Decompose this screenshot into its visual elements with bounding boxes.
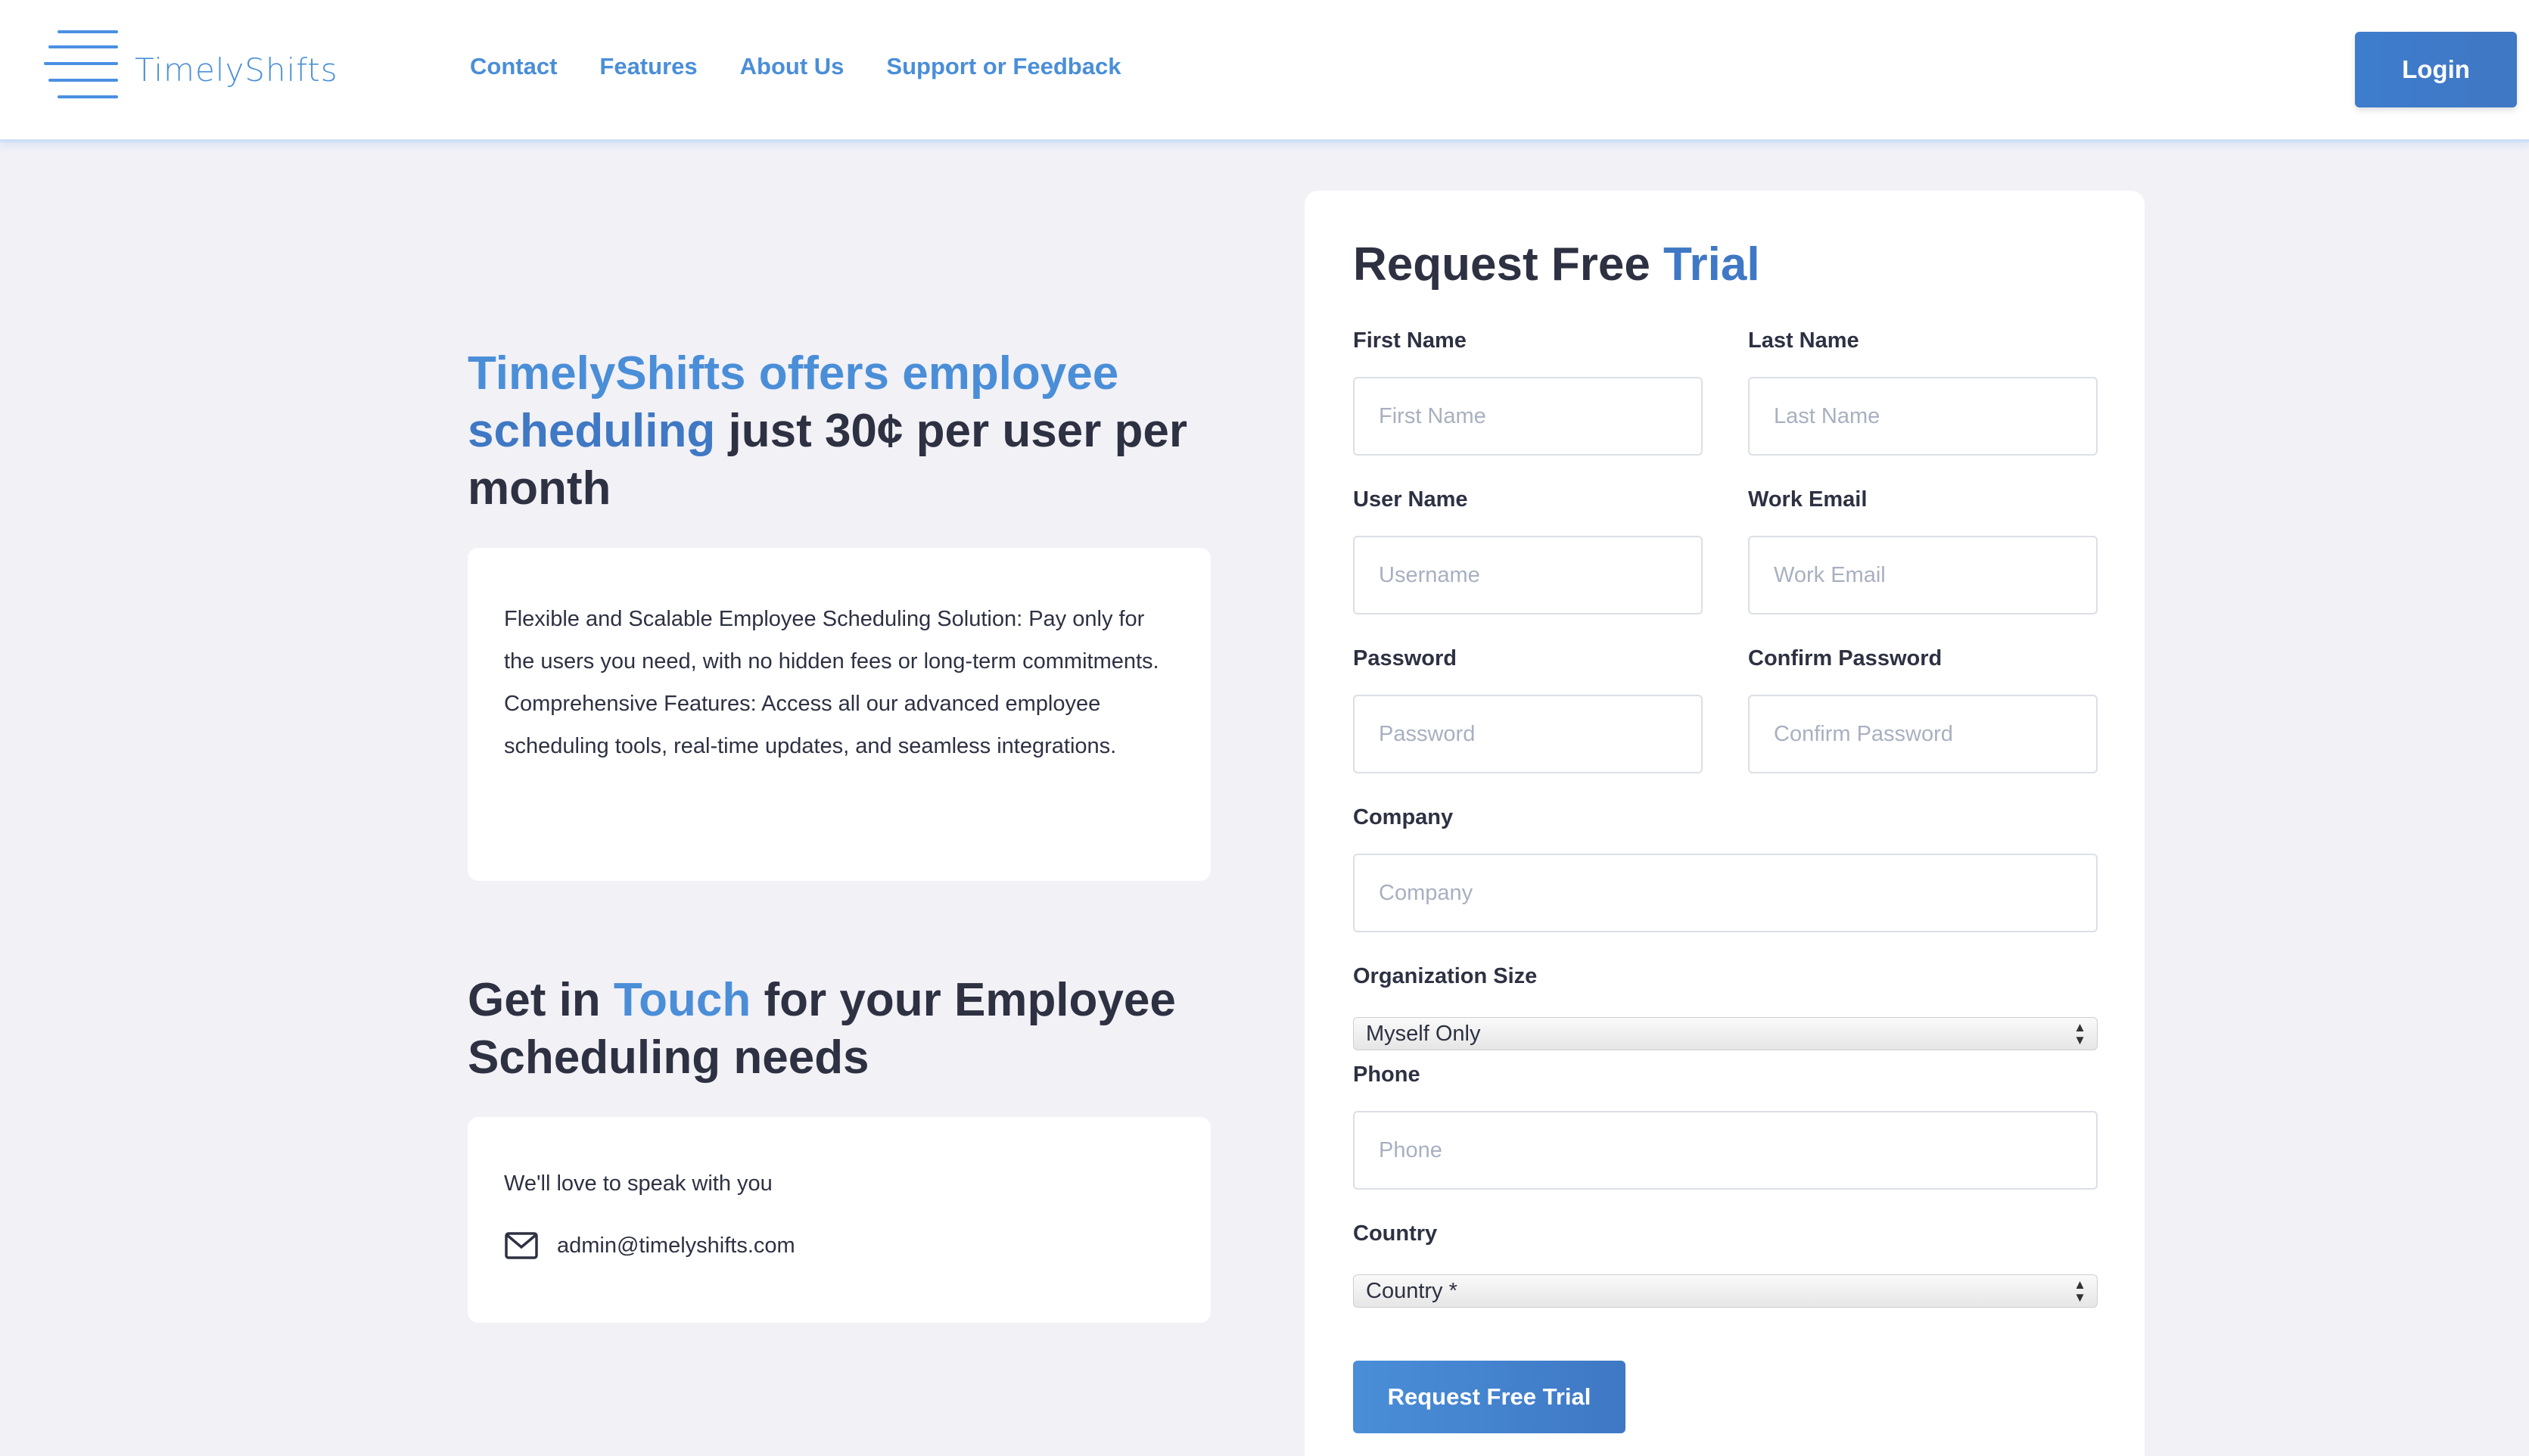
last-name-label: Last Name	[1748, 328, 1859, 353]
nav-contact[interactable]: Contact	[470, 53, 557, 80]
select-arrows-icon: ▲ ▼	[2073, 1277, 2086, 1305]
phone-input[interactable]	[1353, 1111, 2098, 1190]
country-label: Country	[1353, 1221, 1438, 1246]
form-title-highlight: Trial	[1663, 238, 1760, 291]
form-title-start: Request Free	[1353, 238, 1664, 291]
password-label: Password	[1353, 646, 1457, 670]
contact-email[interactable]: admin@timelyshifts.com	[557, 1234, 795, 1258]
nav-support-feedback[interactable]: Support or Feedback	[886, 53, 1121, 80]
touch-title-start: Get in	[468, 974, 614, 1026]
password-input[interactable]	[1353, 695, 1703, 773]
trial-form-card: Request Free Trial First Name Last Name …	[1305, 191, 2145, 1456]
request-trial-button[interactable]: Request Free Trial	[1353, 1361, 1625, 1433]
first-name-input[interactable]	[1353, 377, 1703, 456]
mail-icon	[505, 1232, 538, 1259]
form-title: Request Free Trial	[1353, 238, 1760, 291]
username-input[interactable]	[1353, 536, 1703, 614]
email-row[interactable]: admin@timelyshifts.com	[504, 1231, 1174, 1260]
nav-about-us[interactable]: About Us	[740, 53, 845, 80]
work-email-input[interactable]	[1748, 536, 2098, 614]
hero-title-highlight: TimelyShifts offers employee	[468, 347, 1119, 400]
org-size-select[interactable]: Myself Only ▲ ▼	[1353, 1017, 2098, 1050]
brand-name: TimelyShifts	[135, 51, 338, 89]
main-nav: Contact Features About Us Support or Fee…	[470, 53, 1121, 80]
top-header: TimelyShifts Contact Features About Us S…	[0, 0, 2529, 142]
org-size-value: Myself Only	[1366, 1021, 1481, 1046]
company-input[interactable]	[1353, 854, 2098, 932]
first-name-label: First Name	[1353, 328, 1467, 353]
select-arrows-icon: ▲ ▼	[2073, 1020, 2086, 1047]
contact-message: We'll love to speak with you	[504, 1171, 773, 1196]
username-label: User Name	[1353, 487, 1468, 512]
phone-label: Phone	[1353, 1062, 1420, 1087]
company-label: Company	[1353, 805, 1454, 829]
work-email-label: Work Email	[1748, 487, 1868, 512]
brand-logo[interactable]: TimelyShifts	[44, 30, 338, 109]
org-size-label: Organization Size	[1353, 964, 1538, 988]
last-name-input[interactable]	[1748, 377, 2098, 456]
hero-title: TimelyShifts offers employee scheduling j…	[468, 345, 1224, 518]
country-select[interactable]: Country * ▲ ▼	[1353, 1274, 2098, 1308]
description-card: Flexible and Scalable Employee Schedulin…	[468, 548, 1211, 881]
country-value: Country *	[1366, 1278, 1457, 1303]
logo-lines-icon	[44, 30, 123, 109]
hero-title-highlight-2: scheduling	[468, 405, 716, 457]
login-button[interactable]: Login	[2355, 32, 2517, 107]
description-text: Flexible and Scalable Employee Schedulin…	[504, 607, 1159, 758]
confirm-password-label: Confirm Password	[1748, 646, 1943, 670]
contact-card: We'll love to speak with you admin@timel…	[468, 1117, 1211, 1323]
confirm-password-input[interactable]	[1748, 695, 2098, 773]
touch-title-highlight: Touch	[613, 974, 751, 1026]
nav-features[interactable]: Features	[599, 53, 697, 80]
touch-title: Get in Touch for your Employee Schedulin…	[468, 972, 1224, 1087]
